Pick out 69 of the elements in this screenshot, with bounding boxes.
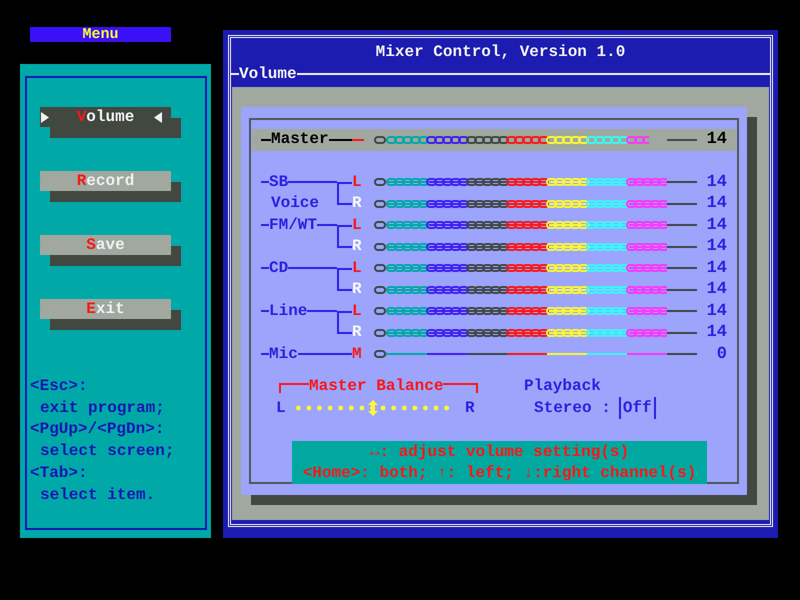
channel-letter: R xyxy=(352,193,363,214)
help-text: exit program; xyxy=(39,398,166,419)
help-text: select item. xyxy=(39,484,156,506)
pointer-right-icon xyxy=(41,112,49,123)
channel-letter: L xyxy=(352,172,363,192)
bracket-line xyxy=(279,383,309,393)
volume-value: 14 xyxy=(706,214,727,236)
volume-value: 14 xyxy=(706,236,727,258)
stereo-label: Stereo : xyxy=(534,399,611,417)
balance-title: Master Balance xyxy=(309,376,444,397)
playback-title: Playback xyxy=(524,376,602,397)
master-row[interactable]: Master 14 xyxy=(252,129,736,150)
menu-button[interactable]: Volume xyxy=(40,107,171,127)
tree-connector xyxy=(337,193,352,205)
tree-connector xyxy=(337,322,352,334)
tree-connector xyxy=(337,353,352,356)
tree-line xyxy=(288,181,337,184)
tree-connector xyxy=(337,224,352,236)
pointer-left-icon xyxy=(154,112,162,123)
help-text: select screen; xyxy=(39,441,176,462)
tree-connector xyxy=(337,236,352,248)
balance-right-label: R xyxy=(465,399,476,417)
menu-button[interactable]: Save xyxy=(40,235,171,255)
tree-line xyxy=(298,353,337,356)
hint-text: ↔: adjust volume setting(s) xyxy=(368,442,630,462)
channel-label: Line xyxy=(269,300,308,322)
channel-label: Voice xyxy=(271,194,320,212)
channel-letter: R xyxy=(352,322,363,343)
menu-button[interactable]: Record xyxy=(40,171,171,191)
channel-letter: L xyxy=(352,258,363,278)
balance-thumb-icon[interactable] xyxy=(368,400,378,416)
window-title: Mixer Control, Version 1.0 xyxy=(374,42,626,63)
tree-line xyxy=(307,310,337,312)
selection-marker xyxy=(352,138,364,141)
help-key: <Esc>: xyxy=(30,376,205,398)
hint-text: <Home>: both; ↑: left; ↓:right channel(s) xyxy=(302,462,698,483)
volume-value: 14 xyxy=(706,129,727,150)
help-key: <PgUp>/<PgDn>: xyxy=(30,419,205,442)
balance-left-label: L xyxy=(276,399,287,417)
tree-connector xyxy=(337,268,352,279)
volume-value: 14 xyxy=(706,279,727,300)
channel-letter: L xyxy=(352,214,363,236)
tree-connector xyxy=(337,310,352,322)
channel-label: FM/WT xyxy=(269,214,318,236)
bracket-line xyxy=(443,383,478,393)
volume-value: 14 xyxy=(706,300,727,322)
volume-value: 14 xyxy=(706,258,727,279)
channel-letter: M xyxy=(352,344,363,364)
volume-value: 14 xyxy=(706,322,727,344)
tree-line xyxy=(328,138,352,141)
menu-button[interactable]: Exit xyxy=(40,299,171,319)
help-key: <Tab>: xyxy=(30,462,205,485)
section-title: Volume xyxy=(239,65,297,83)
tree-line xyxy=(317,224,337,226)
channel-label: CD xyxy=(269,258,288,278)
menu-title: Menu xyxy=(30,27,171,42)
tree-connector xyxy=(337,182,352,193)
channel-letter: R xyxy=(352,236,363,257)
channel-label: Master xyxy=(271,129,329,150)
stereo-toggle[interactable]: Off xyxy=(618,397,656,419)
channel-label: SB xyxy=(269,172,288,192)
channel-letter: R xyxy=(352,279,363,300)
volume-value: 14 xyxy=(706,172,727,193)
tree-connector xyxy=(337,279,352,291)
volume-value: 0 xyxy=(716,344,727,365)
volume-value: 14 xyxy=(706,193,727,214)
channel-label: Mic xyxy=(269,344,298,364)
channel-letter: L xyxy=(352,300,363,322)
tree-line xyxy=(288,267,337,270)
